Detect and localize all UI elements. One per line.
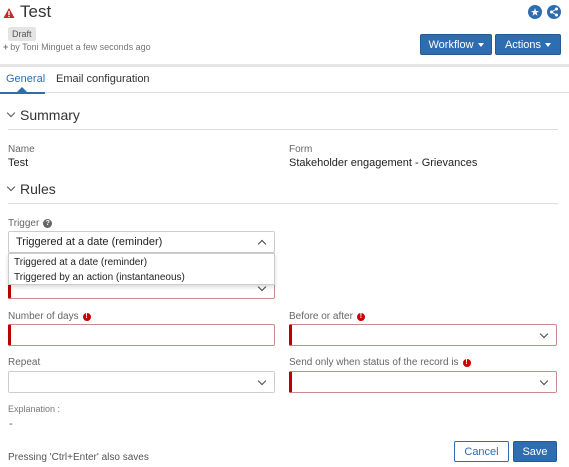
before-after-label-text: Before or after: [289, 311, 353, 322]
number-of-days-input[interactable]: [8, 324, 275, 346]
trigger-label: Trigger ?: [8, 218, 53, 229]
chevron-down-icon: [6, 108, 16, 118]
cancel-button[interactable]: Cancel: [454, 441, 509, 462]
caret-down-icon: [477, 42, 484, 47]
actions-button-label: Actions: [504, 38, 542, 51]
caret-down-icon: [545, 42, 552, 47]
tab-bar: General Email configuration: [0, 64, 569, 94]
status-badge: Draft: [8, 27, 36, 41]
warning-icon: [3, 8, 15, 18]
chevron-down-icon: [539, 376, 549, 386]
summary-heading: Summary: [20, 107, 80, 123]
chevron-down-icon: [6, 182, 16, 192]
before-after-label: Before or after !: [289, 311, 365, 322]
before-after-select[interactable]: [289, 324, 557, 346]
help-icon[interactable]: ?: [43, 219, 53, 228]
explanation-label: Explanation :: [8, 404, 61, 414]
required-icon: !: [82, 312, 91, 321]
divider: [8, 203, 558, 204]
record-header: Test Draft + by Toni Minguet a few second…: [0, 0, 569, 64]
actions-button[interactable]: Actions: [495, 34, 561, 55]
send-only-status-label-text: Send only when status of the record is: [289, 357, 459, 368]
save-button[interactable]: Save: [513, 441, 557, 462]
trigger-option[interactable]: Triggered at a date (reminder): [14, 257, 147, 268]
trigger-label-text: Trigger: [8, 218, 40, 229]
tab-general[interactable]: General: [6, 73, 45, 85]
save-shortcut-hint: Pressing 'Ctrl+Enter' also saves: [8, 452, 149, 463]
chevron-down-icon: [539, 329, 549, 339]
send-only-status-select[interactable]: [289, 371, 557, 393]
summary-section-toggle[interactable]: Summary: [6, 107, 80, 123]
send-only-status-label: Send only when status of the record is !: [289, 357, 471, 368]
required-icon: !: [462, 358, 471, 367]
chevron-up-icon: [257, 239, 267, 249]
explanation-value: -: [9, 418, 13, 430]
repeat-select[interactable]: [8, 371, 275, 393]
trigger-select-value: Triggered at a date (reminder): [16, 236, 163, 248]
trigger-select[interactable]: Triggered at a date (reminder): [8, 231, 275, 253]
active-tab-indicator: [0, 92, 45, 94]
repeat-label: Repeat: [8, 357, 41, 368]
number-of-days-label-text: Number of days: [8, 311, 79, 322]
form-value: Stakeholder engagement - Grievances: [289, 157, 478, 169]
trigger-option[interactable]: Triggered by an action (instantaneous): [14, 272, 185, 283]
required-icon: !: [356, 312, 365, 321]
divider: [8, 129, 558, 130]
name-value: Test: [8, 157, 29, 169]
chevron-down-icon: [257, 376, 267, 386]
record-meta-text: by Toni Minguet a few seconds ago: [10, 42, 151, 52]
record-meta: + by Toni Minguet a few seconds ago: [3, 42, 151, 52]
rules-section-toggle[interactable]: Rules: [6, 181, 56, 197]
name-label: Name: [8, 144, 35, 155]
workflow-button-label: Workflow: [428, 38, 474, 51]
trigger-dropdown: Triggered at a date (reminder) Triggered…: [8, 253, 275, 285]
share-icon[interactable]: [547, 5, 561, 19]
workflow-button[interactable]: Workflow: [420, 34, 492, 55]
star-icon[interactable]: [528, 5, 542, 19]
rules-heading: Rules: [20, 181, 56, 197]
number-of-days-label: Number of days !: [8, 311, 91, 322]
form-label: Form: [289, 144, 313, 155]
tab-email-configuration[interactable]: Email configuration: [56, 73, 150, 85]
page-title: Test: [20, 2, 52, 21]
plus-icon: +: [3, 42, 9, 52]
